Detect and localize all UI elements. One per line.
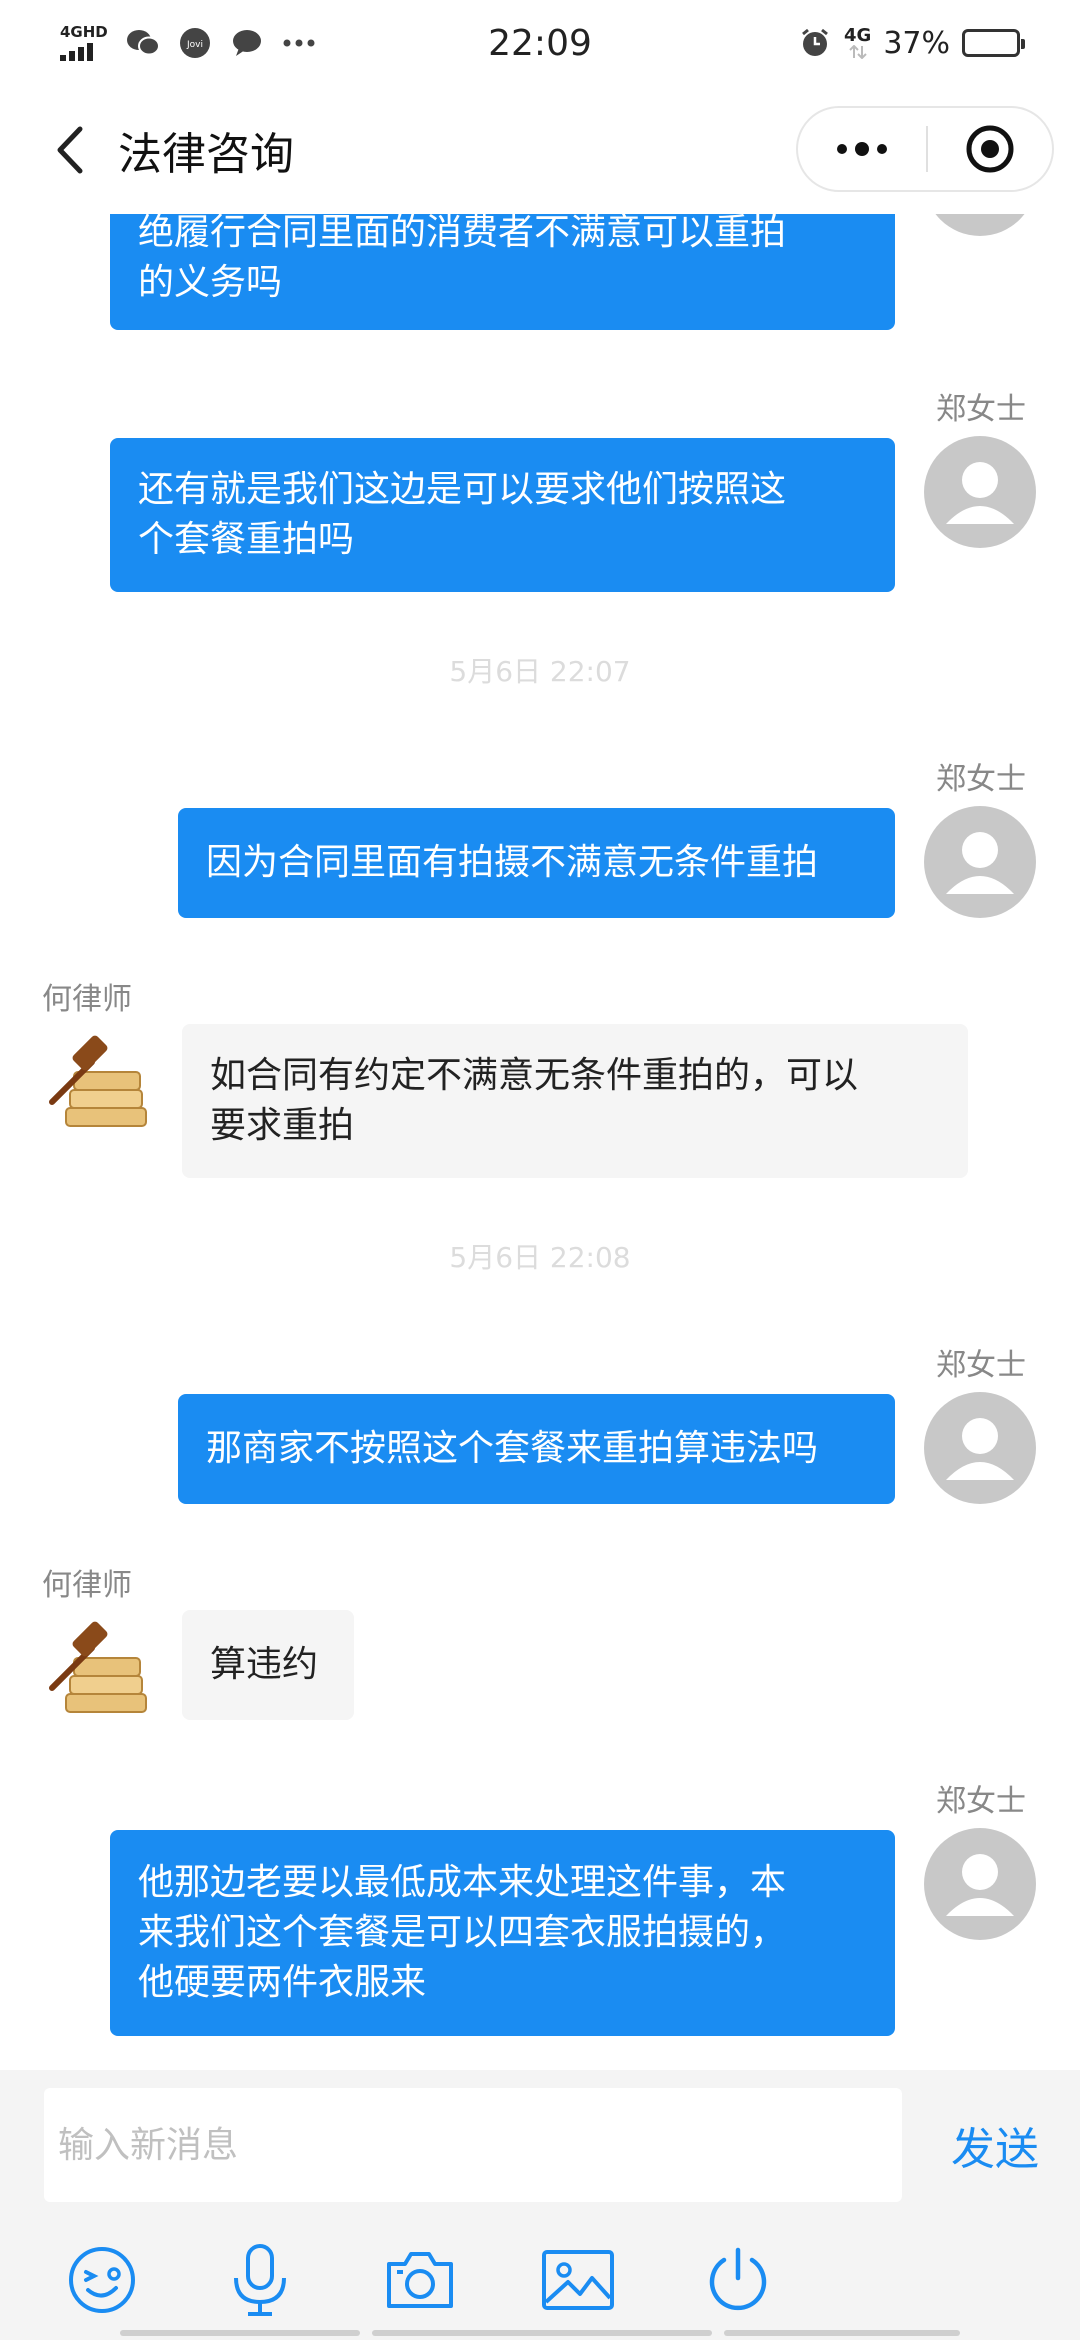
emoji-icon	[69, 2247, 135, 2313]
default-person-icon	[946, 462, 1014, 524]
cellular-indicator: 4G	[844, 27, 871, 59]
more-button[interactable]	[798, 108, 926, 190]
battery-percent: 37%	[883, 25, 950, 61]
emoji-button[interactable]	[62, 2240, 142, 2320]
network-indicator: 4GHD	[60, 25, 108, 61]
default-person-icon	[946, 832, 1014, 894]
target-close-icon	[966, 125, 1014, 173]
message-text: 绝履行合同里面的消费者不满意可以重拍	[138, 214, 787, 253]
image-button[interactable]	[538, 2240, 618, 2320]
message-bubble-incoming[interactable]: 如合同有约定不满意无条件重拍的，可以 要求重拍	[182, 1024, 968, 1178]
home-indicator-segment	[120, 2330, 360, 2336]
message-text: 的义务吗	[138, 262, 283, 303]
close-miniprogram-button[interactable]	[928, 108, 1052, 190]
sender-name: 郑女士	[936, 1348, 1026, 1383]
message-text: 还有就是我们这边是可以要求他们按照这	[138, 469, 787, 510]
sender-name: 郑女士	[936, 762, 1026, 797]
camera-icon	[387, 2252, 453, 2308]
more-dots-icon	[837, 142, 887, 156]
alarm-icon	[798, 26, 832, 60]
message-text: 因为合同里面有拍摄不满意无条件重拍	[206, 842, 819, 883]
power-icon	[709, 2247, 767, 2311]
user-avatar[interactable]	[924, 1392, 1036, 1504]
status-time: 22:09	[488, 22, 592, 64]
message-bubble-outgoing[interactable]: 那商家不按照这个套餐来重拍算违法吗	[178, 1394, 895, 1504]
user-avatar[interactable]	[924, 214, 1036, 236]
battery-icon	[962, 29, 1025, 57]
chat-area[interactable]: 绝履行合同里面的消费者不满意可以重拍 的义务吗 郑女士 还有就是我们这边是可以要…	[0, 214, 1080, 2070]
image-icon	[542, 2250, 614, 2310]
home-indicator-segment	[372, 2330, 712, 2336]
back-button[interactable]	[36, 115, 106, 185]
message-bubble-incoming[interactable]: 算违约	[182, 1610, 354, 1720]
microphone-icon	[234, 2244, 286, 2316]
signal-bars-icon	[60, 43, 93, 61]
send-button[interactable]: 发送	[930, 2088, 1060, 2202]
sender-name: 何律师	[42, 982, 132, 1017]
message-text: 他硬要两件衣服来	[138, 1962, 427, 2003]
message-icon	[230, 26, 264, 60]
default-person-icon	[946, 1418, 1014, 1480]
timestamp: 5月6日 22:08	[449, 1241, 631, 1274]
message-input-box[interactable]	[44, 2088, 902, 2202]
message-text: 那商家不按照这个套餐来重拍算违法吗	[206, 1428, 819, 1469]
sender-name: 郑女士	[936, 1784, 1026, 1819]
page-title: 法律咨询	[118, 129, 294, 180]
default-person-icon	[946, 1854, 1014, 1916]
camera-button[interactable]	[380, 2240, 460, 2320]
lawyer-avatar[interactable]	[44, 1612, 156, 1724]
message-bubble-outgoing[interactable]: 绝履行合同里面的消费者不满意可以重拍 的义务吗	[110, 214, 895, 330]
status-bar-right: 4G 37%	[660, 25, 1025, 61]
data-arrows-icon	[848, 45, 867, 59]
back-arrow-icon	[57, 126, 83, 174]
jovi-icon: Jovi	[178, 26, 212, 60]
message-text: 如合同有约定不满意无条件重拍的，可以	[210, 1055, 859, 1096]
message-text: 来我们这个套餐是可以四套衣服拍摄的，	[138, 1912, 787, 1953]
message-text: 个套餐重拍吗	[138, 519, 355, 560]
message-text: 他那边老要以最低成本来处理这件事，本	[138, 1862, 787, 1903]
input-toolbar: 发送	[0, 2070, 1080, 2340]
cellular-label: 4G	[844, 25, 872, 46]
message-bubble-outgoing[interactable]: 他那边老要以最低成本来处理这件事，本 来我们这个套餐是可以四套衣服拍摄的， 他硬…	[110, 1830, 895, 2036]
message-text: 算违约	[210, 1644, 319, 1685]
message-input[interactable]	[58, 2124, 902, 2166]
wechat-icon	[126, 26, 160, 60]
voice-button[interactable]	[220, 2240, 300, 2320]
nav-bar: 法律咨询	[0, 86, 1080, 214]
message-bubble-outgoing[interactable]: 还有就是我们这边是可以要求他们按照这 个套餐重拍吗	[110, 438, 895, 592]
user-avatar[interactable]	[924, 806, 1036, 918]
status-bar: 4GHD Jovi 22:09 4G 37%	[0, 0, 1080, 86]
lawyer-avatar[interactable]	[44, 1026, 156, 1138]
user-avatar[interactable]	[924, 1828, 1036, 1940]
default-person-icon	[924, 214, 1036, 236]
message-bubble-outgoing[interactable]: 因为合同里面有拍摄不满意无条件重拍	[178, 808, 895, 918]
gavel-books-icon	[49, 1621, 147, 1713]
status-bar-left: 4GHD Jovi	[60, 25, 420, 61]
timestamp: 5月6日 22:07	[449, 655, 631, 688]
more-notifications-icon	[282, 26, 316, 60]
user-avatar[interactable]	[924, 436, 1036, 548]
svg-text:Jovi: Jovi	[186, 40, 203, 50]
sender-name: 何律师	[42, 1568, 132, 1603]
miniprogram-capsule	[796, 106, 1054, 192]
power-button[interactable]	[698, 2240, 778, 2320]
network-label: 4GHD	[60, 23, 108, 41]
home-indicator-segment	[724, 2330, 960, 2336]
gavel-books-icon	[49, 1035, 147, 1127]
sender-name: 郑女士	[936, 392, 1026, 427]
message-text: 要求重拍	[210, 1105, 355, 1146]
